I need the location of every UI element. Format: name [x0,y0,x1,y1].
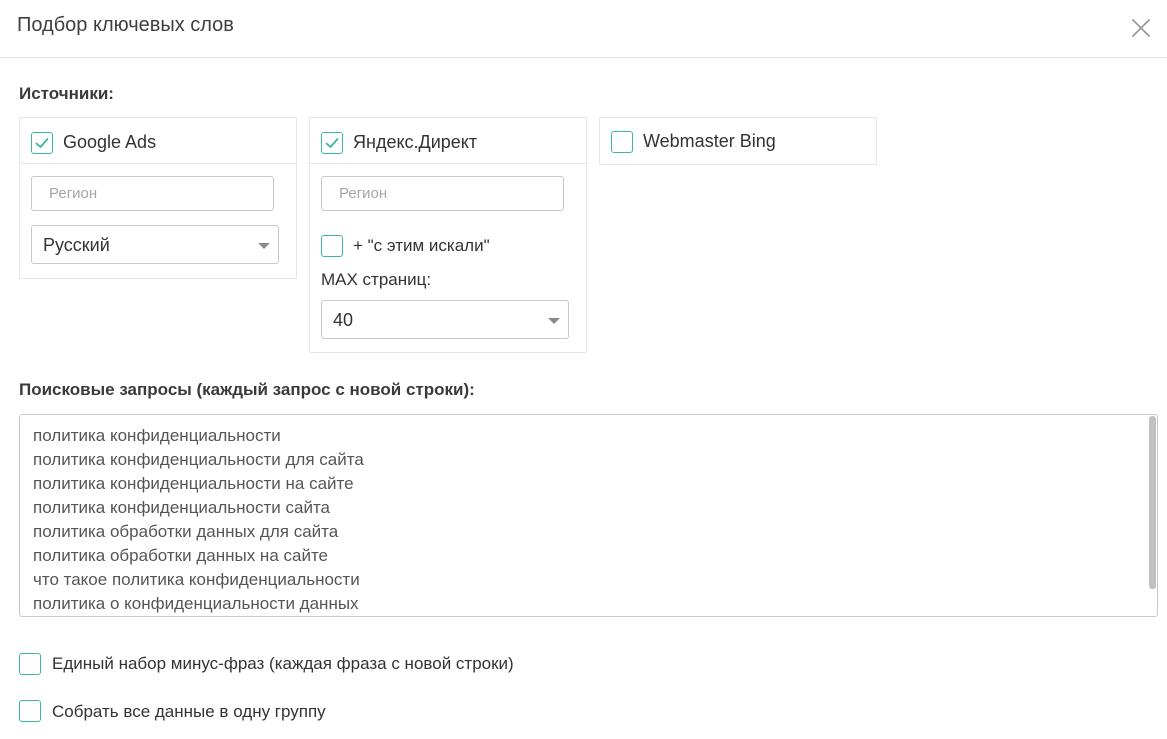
google-ads-checkbox[interactable] [31,132,53,154]
dialog-title: Подбор ключевых слов [17,14,234,36]
query-line: политика конфиденциальности [33,426,281,445]
query-line: политика конфиденциальности для сайта [33,450,364,469]
max-pages-select[interactable]: 40 [321,300,569,339]
yandex-direct-checkbox[interactable] [321,132,343,154]
query-line: политика конфиденциальности сайта [33,498,331,517]
queries-textarea[interactable]: политика конфиденциальности политика конф… [19,414,1158,617]
yandex-direct-panel: Яндекс.Директ + "с этим искали" MAX стра… [309,117,587,353]
webmaster-bing-panel: Webmaster Bing [599,117,877,165]
max-pages-label: MAX страниц: [321,270,432,289]
google-language-value: Русский [43,235,110,255]
chevron-down-icon [258,243,270,249]
google-ads-panel: Google Ads Русский [19,117,297,279]
query-line: что такое политика конфиденциальности [33,570,360,589]
also-searched-label: + "с этим искали" [353,236,490,255]
query-line: политика конфиденциальности на сайте [33,474,354,493]
also-searched-checkbox[interactable] [321,235,343,257]
google-region-input[interactable] [31,176,274,211]
check-icon [35,138,49,148]
dialog-header: Подбор ключевых слов [0,0,1167,58]
one-group-checkbox[interactable] [19,700,41,722]
webmaster-bing-label: Webmaster Bing [643,131,776,151]
yandex-direct-label: Яндекс.Директ [353,132,478,152]
max-pages-value: 40 [333,310,354,330]
minus-phrases-label: Единый набор минус-фраз (каждая фраза с … [52,654,514,673]
query-line: политика обработки данных для сайта [33,522,339,541]
query-line: политика о конфиденциальности данных [33,594,359,613]
check-icon [325,138,339,148]
minus-phrases-checkbox[interactable] [19,653,41,675]
google-ads-header [20,118,296,164]
yandex-region-input[interactable] [321,176,564,211]
webmaster-bing-checkbox[interactable] [611,131,633,153]
queries-lines: политика конфиденциальности политика конф… [33,424,364,616]
textarea-scrollbar[interactable] [1149,416,1156,589]
chevron-down-icon [548,318,560,324]
query-line: политика обработки данных на сайте [33,546,328,565]
one-group-label: Собрать все данные в одну группу [52,702,326,721]
close-icon[interactable] [1129,16,1153,40]
sources-label: Источники: [19,84,114,103]
google-ads-label: Google Ads [63,132,157,152]
queries-label: Поисковые запросы (каждый запрос с новой… [19,380,475,399]
google-language-select[interactable]: Русский [31,225,279,264]
